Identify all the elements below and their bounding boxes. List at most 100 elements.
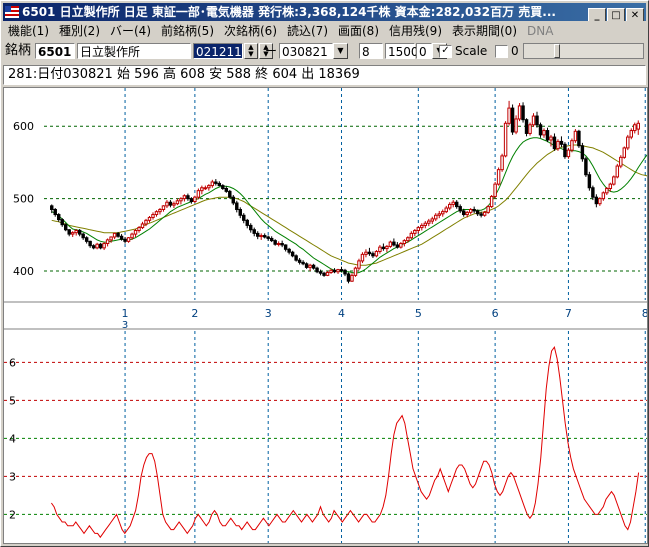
candle-body <box>283 244 288 250</box>
candle-body <box>102 243 106 249</box>
bars-input[interactable]: 8 <box>359 43 383 59</box>
menu-period[interactable]: 表示期間(0) <box>447 22 522 40</box>
candle-body <box>434 214 438 220</box>
scale-checkbox[interactable]: ✓ <box>439 45 452 58</box>
stock-code-input[interactable]: 6501 <box>35 43 75 59</box>
slider-thumb[interactable] <box>554 44 560 58</box>
candle-body <box>486 206 490 213</box>
code-label: 銘柄 <box>5 43 32 58</box>
start-date-spinner[interactable]: ▲ ▼ <box>244 43 258 59</box>
osc-tick-label: 4 <box>9 432 16 445</box>
candle-body <box>514 118 518 133</box>
candle-body <box>50 205 54 210</box>
menu-bar-type[interactable]: バー(4) <box>105 22 156 40</box>
candle-body <box>81 233 85 239</box>
candle-body <box>538 124 543 136</box>
candle-body <box>294 255 298 261</box>
candle-body <box>552 136 557 150</box>
minimize-icon[interactable]: _ <box>588 8 606 21</box>
candle-body <box>587 174 592 189</box>
date-separator: ー <box>265 44 278 58</box>
start-date-input[interactable]: 021211 <box>193 43 243 59</box>
menu-margin[interactable]: 信用残(9) <box>384 22 447 40</box>
offset-input[interactable]: 0 <box>416 43 432 59</box>
candle-body <box>573 130 578 142</box>
candle-body <box>395 244 400 248</box>
menu-function[interactable]: 機能(1) <box>3 22 54 40</box>
scale-num-checkbox[interactable] <box>495 45 508 58</box>
candle-body <box>521 105 525 121</box>
candle-body <box>619 156 623 167</box>
candle-body <box>454 201 459 208</box>
menu-prev-stock[interactable]: 前銘柄(5) <box>156 22 219 40</box>
candle-body <box>238 208 242 216</box>
candle-body <box>420 224 424 229</box>
candle-body <box>601 192 606 200</box>
candle-body <box>290 251 295 257</box>
candle-body <box>245 219 249 226</box>
candle-body <box>626 136 630 149</box>
candle-body <box>413 229 417 234</box>
candle-body <box>535 115 539 126</box>
maximize-icon[interactable]: □ <box>607 8 625 21</box>
candle-body <box>165 201 169 207</box>
candle-body <box>116 232 120 237</box>
scale-label: Scale <box>455 44 488 58</box>
candle-body <box>545 130 550 141</box>
candle-body <box>182 195 187 200</box>
candle-body <box>451 201 455 205</box>
candle-body <box>304 263 309 268</box>
scroll-slider[interactable] <box>523 43 644 59</box>
candle-body <box>123 238 127 242</box>
candle-body <box>228 190 232 198</box>
end-date-input[interactable]: 030821 <box>279 43 333 59</box>
candle-body <box>200 187 204 192</box>
candle-body <box>259 235 263 238</box>
candle-body <box>53 208 57 216</box>
chart-panel: 1 2 3 4 5 6 7 8 3 400 500 600 2 3 4 5 6 <box>3 87 649 544</box>
candle-body <box>189 198 194 203</box>
candle-body <box>584 158 588 176</box>
candle-body <box>235 202 239 210</box>
candle-body <box>276 243 281 246</box>
scale-num: 0 <box>511 44 519 58</box>
candle-body <box>140 223 145 229</box>
candle-body <box>468 208 473 213</box>
title-bar[interactable]: 6501 日立製作所 日足 東証一部･電気機器 発行株:3,368,124千株 … <box>3 3 646 21</box>
candle-body <box>339 269 344 272</box>
candle-body <box>63 224 68 231</box>
candle-body <box>360 253 365 262</box>
candle-body <box>273 240 277 245</box>
candle-body <box>622 147 627 158</box>
month-sub-label: 3 <box>122 320 128 331</box>
width-input[interactable]: 1500 <box>385 43 419 59</box>
chevron-down-icon[interactable]: ▼ <box>333 43 348 59</box>
menu-load[interactable]: 読込(7) <box>282 22 333 40</box>
candle-body <box>479 213 483 216</box>
candle-body <box>67 229 71 235</box>
menu-type[interactable]: 種別(2) <box>54 22 105 40</box>
osc-tick-label: 2 <box>9 508 16 521</box>
candle-body <box>503 122 508 157</box>
candle-body <box>350 274 354 282</box>
candle-body <box>416 227 421 231</box>
candle-body <box>612 176 616 185</box>
menu-screen[interactable]: 画面(8) <box>333 22 384 40</box>
candle-body <box>144 219 148 225</box>
menu-next-stock[interactable]: 次銘柄(6) <box>219 22 282 40</box>
candle-body <box>353 267 358 276</box>
candle-body <box>105 239 110 245</box>
price-tick-label: 500 <box>13 193 34 206</box>
candle-body <box>444 207 448 213</box>
candle-body <box>119 235 124 240</box>
month-tick-label: 3 <box>265 307 272 320</box>
price-tick-label: 400 <box>13 265 34 278</box>
candle-body <box>636 122 640 130</box>
candle-body <box>217 182 222 187</box>
candle-body <box>77 229 82 235</box>
month-tick-label: 5 <box>415 307 422 320</box>
candle-body <box>364 251 368 255</box>
close-icon[interactable]: ✕ <box>626 8 644 21</box>
candle-body <box>448 203 452 209</box>
info-line: 281:日付030821 始 596 高 608 安 588 終 604 出 1… <box>3 65 646 85</box>
